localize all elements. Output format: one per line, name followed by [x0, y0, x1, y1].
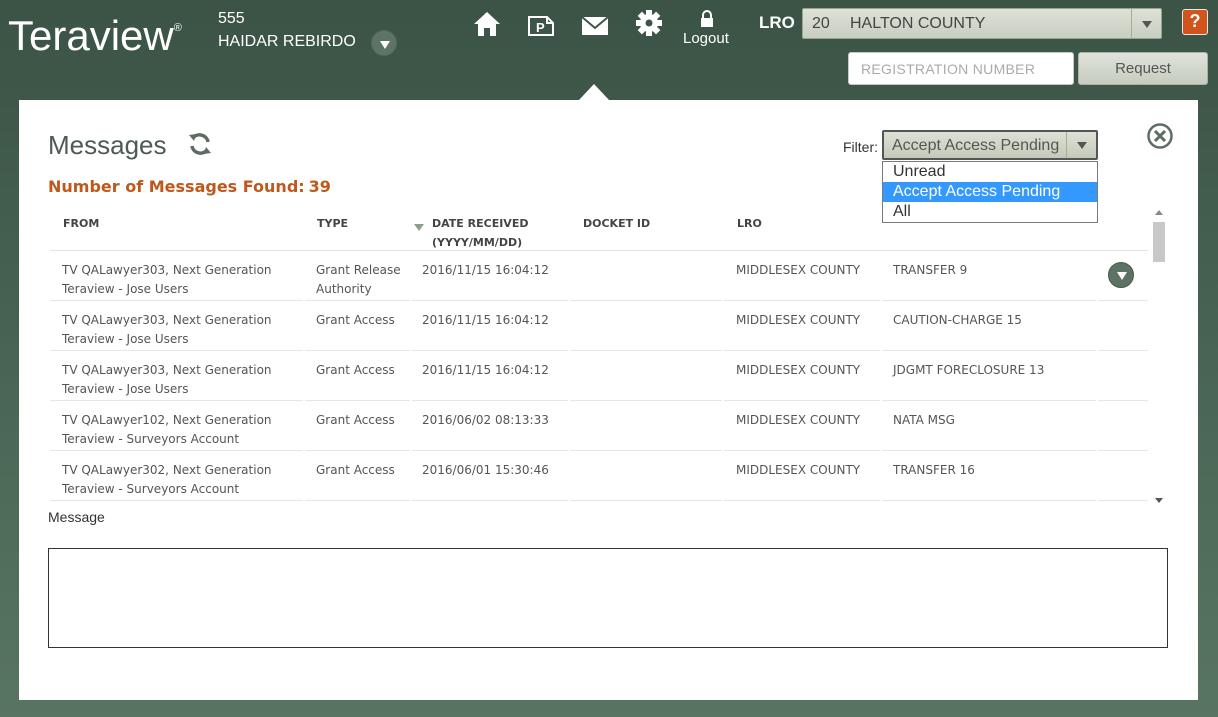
cell-from: TV QALawyer303, Next Generation Teraview …: [50, 252, 303, 301]
home-icon[interactable]: [472, 10, 502, 38]
table-scrollbar[interactable]: [1151, 208, 1167, 503]
cell-date: 2016/11/15 16:04:12: [412, 302, 568, 351]
close-icon[interactable]: [1146, 122, 1174, 150]
column-header-docket-id[interactable]: DOCKET ID: [583, 214, 650, 233]
cell-type: Grant Access: [305, 402, 410, 451]
cell-docket: [570, 402, 722, 451]
cell-type: Grant Release Authority: [305, 252, 410, 301]
message-label: Message: [48, 509, 105, 525]
cell-from: TV QALawyer302, Next Generation Teraview …: [50, 452, 303, 501]
cell-lro: MIDDLESEX COUNTY: [724, 302, 880, 351]
svg-text:P: P: [536, 20, 545, 35]
column-header-date-received[interactable]: DATE RECEIVED (YYYY/MM/DD): [432, 214, 528, 252]
filter-selected-value: Accept Access Pending: [892, 137, 1060, 154]
filter-label: Filter:: [843, 139, 878, 155]
panel-pointer: [579, 84, 609, 100]
table-row[interactable]: TV QALawyer302, Next Generation Teraview …: [50, 452, 1148, 501]
cell-instrument: JDGMT FORECLOSURE 13: [882, 352, 1096, 401]
column-header-lro[interactable]: LRO: [737, 214, 762, 233]
lock-icon[interactable]: [698, 9, 716, 29]
lro-code: 20: [812, 15, 830, 32]
user-menu-dropdown-button[interactable]: [371, 30, 397, 56]
cell-docket: [570, 252, 722, 301]
cell-type: Grant Access: [305, 452, 410, 501]
column-header-from[interactable]: FROM: [63, 214, 99, 233]
cell-from: TV QALawyer303, Next Generation Teraview …: [50, 352, 303, 401]
message-textarea[interactable]: [48, 548, 1168, 648]
cell-instrument: NATA MSG: [882, 402, 1096, 451]
filter-select[interactable]: Accept Access Pending: [882, 130, 1098, 160]
cell-docket: [570, 302, 722, 351]
cell-lro: MIDDLESEX COUNTY: [724, 402, 880, 451]
mail-icon[interactable]: [580, 12, 610, 40]
filter-dropdown-list: Unread Accept Access Pending All: [882, 161, 1098, 223]
filter-option-accept-access-pending[interactable]: Accept Access Pending: [883, 182, 1097, 202]
cell-date: 2016/11/15 16:04:12: [412, 252, 568, 301]
scroll-up-icon[interactable]: [1155, 210, 1163, 215]
cell-docket: [570, 352, 722, 401]
cell-lro: MIDDLESEX COUNTY: [724, 452, 880, 501]
request-button[interactable]: Request: [1078, 52, 1208, 85]
cell-type: Grant Access: [305, 302, 410, 351]
chevron-down-icon[interactable]: [1131, 9, 1161, 38]
cell-type: Grant Access: [305, 352, 410, 401]
cell-date: 2016/06/01 15:30:46: [412, 452, 568, 501]
filter-option-all[interactable]: All: [883, 202, 1097, 222]
cell-action: [1098, 402, 1148, 451]
cell-instrument: TRANSFER 9: [882, 252, 1096, 301]
sort-descending-icon: [414, 224, 424, 231]
cell-action: [1098, 302, 1148, 351]
cell-instrument: CAUTION-CHARGE 15: [882, 302, 1096, 351]
lro-select[interactable]: 20 HALTON COUNTY: [802, 8, 1162, 39]
cell-docket: [570, 452, 722, 501]
cell-date: 2016/06/02 08:13:33: [412, 402, 568, 451]
scrollbar-thumb[interactable]: [1153, 222, 1165, 262]
cell-instrument: TRANSFER 16: [882, 452, 1096, 501]
parcel-icon[interactable]: P: [526, 11, 556, 39]
cell-lro: MIDDLESEX COUNTY: [724, 252, 880, 301]
column-header-type[interactable]: TYPE: [317, 214, 348, 233]
chevron-down-icon[interactable]: [1066, 132, 1096, 158]
filter-option-unread[interactable]: Unread: [883, 162, 1097, 182]
help-button[interactable]: ?: [1182, 9, 1208, 35]
messages-panel: Messages Number of Messages Found: 39 Fil…: [19, 100, 1198, 700]
scroll-down-icon[interactable]: [1155, 498, 1163, 503]
table-row[interactable]: TV QALawyer303, Next Generation Teraview …: [50, 252, 1148, 302]
lro-name: HALTON COUNTY: [850, 15, 986, 32]
logout-button[interactable]: Logout: [683, 30, 729, 47]
page-title: Messages: [48, 130, 167, 160]
row-actions-dropdown-button[interactable]: [1108, 262, 1134, 288]
lro-label: LRO: [759, 13, 795, 32]
user-number: 555: [218, 10, 245, 27]
messages-found-count: Number of Messages Found: 39: [48, 177, 331, 196]
cell-action: [1098, 452, 1148, 501]
cell-lro: MIDDLESEX COUNTY: [724, 352, 880, 401]
cell-from: TV QALawyer303, Next Generation Teraview …: [50, 302, 303, 351]
refresh-icon[interactable]: [187, 131, 213, 157]
messages-table: FROM TYPE DATE RECEIVED (YYYY/MM/DD) DOCK…: [50, 206, 1148, 501]
table-row[interactable]: TV QALawyer102, Next Generation Teraview …: [50, 402, 1148, 452]
teraview-logo: Teraview®: [8, 12, 182, 59]
cell-action: [1098, 352, 1148, 401]
registration-number-input[interactable]: [848, 52, 1074, 85]
cell-date: 2016/11/15 16:04:12: [412, 352, 568, 401]
table-row[interactable]: TV QALawyer303, Next Generation Teraview …: [50, 302, 1148, 352]
cell-from: TV QALawyer102, Next Generation Teraview …: [50, 402, 303, 451]
user-name: HAIDAR REBIRDO: [218, 33, 356, 50]
gear-icon[interactable]: [634, 9, 664, 37]
table-row[interactable]: TV QALawyer303, Next Generation Teraview …: [50, 352, 1148, 402]
